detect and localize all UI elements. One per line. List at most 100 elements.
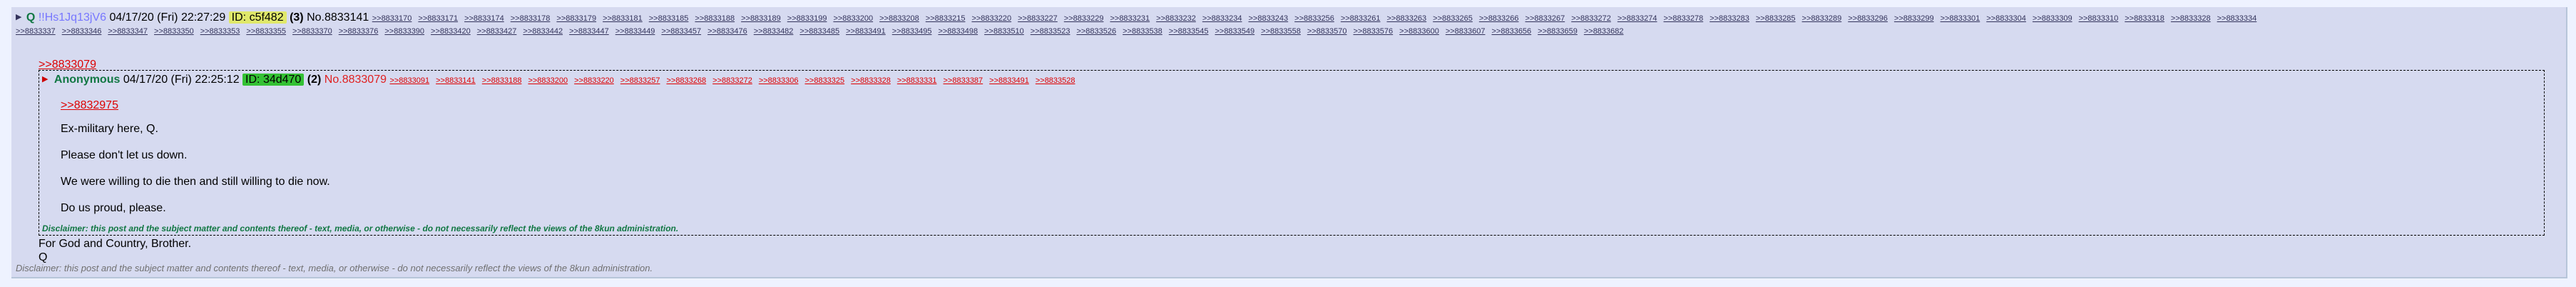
backlink[interactable]: >>8833353 — [200, 27, 240, 36]
backlink[interactable]: >>8833268 — [666, 76, 706, 85]
backlink[interactable]: >>8833376 — [339, 27, 379, 36]
backlink[interactable]: >>8833387 — [944, 76, 983, 85]
backlink[interactable]: >>8833179 — [556, 14, 596, 23]
backlink[interactable]: >>8833491 — [989, 76, 1029, 85]
post-number-link[interactable]: No.8833141 — [307, 11, 369, 24]
backlink[interactable]: >>8833318 — [2125, 14, 2164, 23]
backlink[interactable]: >>8833263 — [1387, 14, 1427, 23]
backlink[interactable]: >>8833328 — [2171, 14, 2211, 23]
backlink[interactable]: >>8833449 — [615, 27, 655, 36]
backlink[interactable]: >>8833208 — [879, 14, 919, 23]
backlink[interactable]: >>8833355 — [246, 27, 286, 36]
backlink[interactable]: >>8833170 — [372, 14, 412, 23]
backlink[interactable]: >>8833178 — [511, 14, 551, 23]
backlink[interactable]: >>8833141 — [436, 76, 476, 85]
backlink[interactable]: >>8833528 — [1036, 76, 1075, 85]
backlink[interactable]: >>8833234 — [1202, 14, 1242, 23]
backlink[interactable]: >>8833185 — [649, 14, 689, 23]
backlink[interactable]: >>8833347 — [108, 27, 148, 36]
backlink[interactable]: >>8833346 — [62, 27, 102, 36]
backlink[interactable]: >>8833325 — [804, 76, 844, 85]
backlink[interactable]: >>8833215 — [926, 14, 966, 23]
backlink[interactable]: >>8833427 — [477, 27, 517, 36]
quoted-post-intro: ▶ Anonymous 04/17/20 (Fri) 22:25:12 ID: … — [42, 72, 1082, 89]
backlink[interactable]: >>8833200 — [833, 14, 873, 23]
backlink[interactable]: >>8833274 — [1617, 14, 1657, 23]
quoted-quote-link[interactable]: >>8832975 — [61, 99, 330, 112]
quoted-poster-id[interactable]: ID: 34d470 — [242, 74, 305, 86]
backlink[interactable]: >>8833337 — [16, 27, 56, 36]
backlink[interactable]: >>8833091 — [389, 76, 429, 85]
backlink[interactable]: >>8833188 — [695, 14, 735, 23]
backlink[interactable]: >>8833283 — [1709, 14, 1749, 23]
backlink[interactable]: >>8833266 — [1479, 14, 1519, 23]
backlink[interactable]: >>8833659 — [1538, 27, 1578, 36]
backlink[interactable]: >>8833447 — [569, 27, 609, 36]
backlink[interactable]: >>8833570 — [1307, 27, 1347, 36]
backlink[interactable]: >>8833220 — [574, 76, 614, 85]
backlink[interactable]: >>8833267 — [1525, 14, 1565, 23]
poster-id[interactable]: ID: c5f482 — [228, 11, 287, 24]
backlink[interactable]: >>8833482 — [754, 27, 794, 36]
backlink[interactable]: >>8833171 — [418, 14, 458, 23]
backlink[interactable]: >>8833296 — [1848, 14, 1888, 23]
backlink[interactable]: >>8833199 — [787, 14, 827, 23]
backlink[interactable]: >>8833495 — [892, 27, 932, 36]
backlink[interactable]: >>8833189 — [741, 14, 781, 23]
quoted-post-arrow-icon[interactable]: ▶ — [42, 75, 48, 84]
backlink[interactable]: >>8833256 — [1294, 14, 1334, 23]
backlink[interactable]: >>8833498 — [938, 27, 978, 36]
backlink[interactable]: >>8833607 — [1446, 27, 1486, 36]
backlink[interactable]: >>8833370 — [292, 27, 332, 36]
backlink[interactable]: >>8833331 — [897, 76, 937, 85]
backlink[interactable]: >>8833476 — [707, 27, 747, 36]
backlink[interactable]: >>8833306 — [759, 76, 799, 85]
backlink[interactable]: >>8833243 — [1248, 14, 1288, 23]
backlink[interactable]: >>8833328 — [851, 76, 891, 85]
backlink[interactable]: >>8833289 — [1802, 14, 1842, 23]
backlink[interactable]: >>8833304 — [1986, 14, 2026, 23]
backlink[interactable]: >>8833272 — [1571, 14, 1611, 23]
backlink[interactable]: >>8833232 — [1156, 14, 1196, 23]
backlink[interactable]: >>8833231 — [1110, 14, 1150, 23]
backlink[interactable]: >>8833420 — [431, 27, 471, 36]
backlink[interactable]: >>8833200 — [528, 76, 568, 85]
backlink[interactable]: >>8833526 — [1076, 27, 1116, 36]
backlink[interactable]: >>8833600 — [1399, 27, 1439, 36]
backlink[interactable]: >>8833549 — [1215, 27, 1254, 36]
backlink[interactable]: >>8833174 — [464, 14, 504, 23]
backlink[interactable]: >>8833299 — [1894, 14, 1934, 23]
backlink[interactable]: >>8833220 — [971, 14, 1011, 23]
backlink[interactable]: >>8833257 — [620, 76, 660, 85]
quoted-body-line: Do us proud, please. — [61, 202, 166, 214]
backlink[interactable]: >>8833538 — [1123, 27, 1162, 36]
backlink[interactable]: >>8833310 — [2079, 14, 2119, 23]
backlink[interactable]: >>8833491 — [846, 27, 886, 36]
backlink[interactable]: >>8833334 — [2217, 14, 2257, 23]
post-menu-arrow-icon[interactable]: ▶ — [16, 13, 21, 21]
backlink[interactable]: >>8833301 — [1941, 14, 1980, 23]
backlink[interactable]: >>8833558 — [1261, 27, 1301, 36]
backlink[interactable]: >>8833229 — [1064, 14, 1104, 23]
backlink[interactable]: >>8833523 — [1031, 27, 1070, 36]
backlink[interactable]: >>8833181 — [603, 14, 643, 23]
backlink[interactable]: >>8833285 — [1756, 14, 1796, 23]
backlink[interactable]: >>8833442 — [523, 27, 563, 36]
backlink[interactable]: >>8833188 — [482, 76, 522, 85]
backlink[interactable]: >>8833309 — [2033, 14, 2072, 23]
backlink[interactable]: >>8833510 — [984, 27, 1024, 36]
backlink[interactable]: >>8833261 — [1341, 14, 1381, 23]
backlink[interactable]: >>8833272 — [712, 76, 752, 85]
backlink[interactable]: >>8833265 — [1433, 14, 1473, 23]
backlink[interactable]: >>8833278 — [1664, 14, 1704, 23]
backlink[interactable]: >>8833545 — [1169, 27, 1209, 36]
backlink[interactable]: >>8833576 — [1353, 27, 1393, 36]
backlink[interactable]: >>8833485 — [799, 27, 839, 36]
quoted-post-number-link[interactable]: No.8833079 — [324, 74, 387, 86]
backlink[interactable]: >>8833457 — [661, 27, 701, 36]
backlink[interactable]: >>8833350 — [154, 27, 194, 36]
backlink[interactable]: >>8833227 — [1018, 14, 1058, 23]
backlink[interactable]: >>8833682 — [1584, 27, 1624, 36]
backlink[interactable]: >>8833390 — [384, 27, 424, 36]
backlink[interactable]: >>8833656 — [1492, 27, 1532, 36]
